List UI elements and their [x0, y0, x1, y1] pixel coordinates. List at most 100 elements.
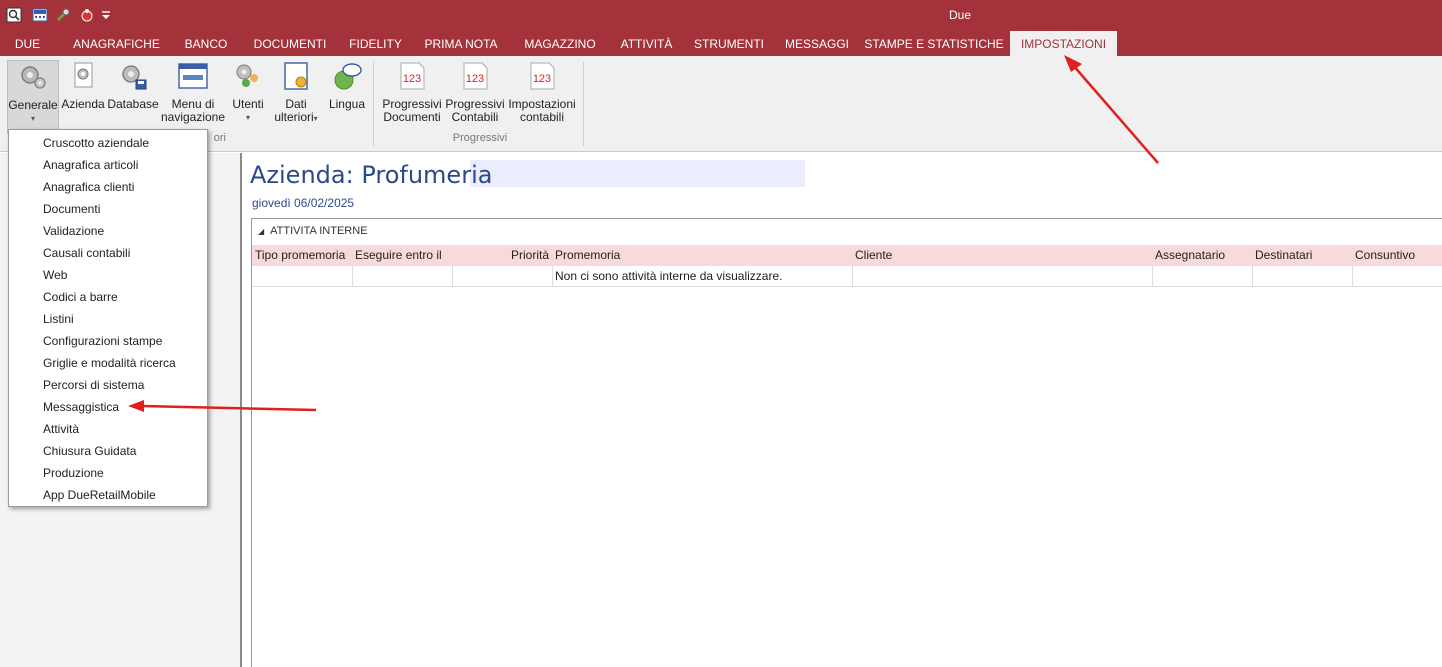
- menu-item-anagrafica-articoli[interactable]: Anagrafica articoli: [43, 154, 138, 176]
- menu-item-causali-contabili[interactable]: Causali contabili: [43, 242, 130, 264]
- chevron-down-icon: ▾: [245, 113, 250, 122]
- column-header-assegnatario[interactable]: Assegnatario: [1152, 245, 1252, 266]
- tab-anagrafiche[interactable]: ANAGRAFICHE: [65, 31, 168, 56]
- company-name-highlight: [470, 160, 805, 187]
- table-row[interactable]: Non ci sono attività interne da visualiz…: [252, 266, 1442, 287]
- tab-strumenti[interactable]: STRUMENTI: [688, 31, 770, 56]
- generale-label: Generale: [8, 98, 58, 112]
- tab-due[interactable]: DUE: [0, 31, 55, 56]
- cell-divider: [352, 266, 353, 286]
- tools-icon[interactable]: [55, 7, 71, 23]
- collapse-triangle-icon[interactable]: ◢: [258, 227, 264, 236]
- gears-icon: [21, 66, 46, 89]
- cell-divider: [1252, 266, 1253, 286]
- utenti-label: Utenti: [232, 97, 264, 111]
- generale-button[interactable]: Generale ▾: [7, 60, 59, 134]
- group-separator: [373, 62, 374, 146]
- column-header-destinatari[interactable]: Destinatari: [1252, 245, 1352, 266]
- column-header-cliente[interactable]: Cliente: [852, 245, 1152, 266]
- impostazioni-contabili-button[interactable]: 123 Impostazioni contabili: [506, 60, 578, 124]
- lingua-label: Lingua: [328, 97, 366, 111]
- database-settings-icon: [122, 65, 147, 90]
- svg-text:123: 123: [466, 73, 484, 85]
- navigation-window-icon: [178, 63, 208, 89]
- menu-item-anagrafica-clienti[interactable]: Anagrafica clienti: [43, 176, 134, 198]
- tab-messaggi[interactable]: MESSAGGI: [779, 31, 855, 56]
- menu-item-messaggistica[interactable]: Messaggistica: [43, 396, 119, 418]
- title-bar: Due: [0, 0, 1442, 31]
- tab-impostazioni[interactable]: IMPOSTAZIONI: [1010, 31, 1117, 56]
- progressivi-contabili-label-2: Contabili: [451, 110, 499, 124]
- main-content: Azienda: Profumeria giovedì 06/02/2025 ◢…: [244, 153, 1442, 667]
- progressivi-contabili-button[interactable]: 123 Progressivi Contabili: [444, 60, 506, 124]
- menu-item-griglie-ricerca[interactable]: Griglie e modalità ricerca: [43, 352, 176, 374]
- database-button[interactable]: Database: [107, 60, 159, 111]
- lingua-button[interactable]: Lingua: [326, 60, 368, 111]
- page-title: Azienda: Profumeria: [250, 161, 493, 189]
- menu-item-web[interactable]: Web: [43, 264, 67, 286]
- grid-group-label: ATTIVITA INTERNE: [270, 225, 368, 237]
- menu-item-configurazioni-stampe[interactable]: Configurazioni stampe: [43, 330, 162, 352]
- column-header-priorita[interactable]: Priorità: [452, 245, 552, 266]
- app-logo-icon[interactable]: [6, 7, 22, 23]
- calculator-icon[interactable]: [32, 7, 48, 23]
- progressivi-documenti-button[interactable]: 123 Progressivi Documenti: [380, 60, 444, 124]
- progressivi-documenti-label-2: Documenti: [383, 110, 441, 124]
- menu-item-validazione[interactable]: Validazione: [43, 220, 104, 242]
- svg-text:123: 123: [533, 73, 551, 85]
- tab-prima-nota[interactable]: PRIMA NOTA: [416, 31, 506, 56]
- ribbon-tab-bar: DUE ANAGRAFICHE BANCO DOCUMENTI FIDELITY…: [0, 31, 1442, 56]
- impostazioni-contabili-label-2: contabili: [519, 110, 565, 124]
- tab-attivita[interactable]: ATTIVITÀ: [614, 31, 679, 56]
- empty-grid-message: Non ci sono attività interne da visualiz…: [555, 269, 783, 283]
- tab-documenti[interactable]: DOCUMENTI: [245, 31, 335, 56]
- azienda-label: Azienda: [61, 97, 105, 111]
- menu-navigazione-label-2: navigazione: [160, 110, 226, 124]
- internal-activities-grid: ◢ ATTIVITA INTERNE Tipo promemoria Esegui…: [251, 218, 1442, 667]
- menu-item-attivita[interactable]: Attività: [43, 418, 79, 440]
- menu-navigazione-button[interactable]: Menu di navigazione: [160, 60, 226, 124]
- column-header-tipo-promemoria[interactable]: Tipo promemoria: [252, 245, 352, 266]
- svg-text:123: 123: [403, 73, 421, 85]
- menu-item-cruscotto-aziendale[interactable]: Cruscotto aziendale: [43, 132, 149, 154]
- generale-dropdown-menu: Cruscotto aziendale Anagrafica articoli …: [8, 129, 208, 507]
- company-settings-icon: [74, 62, 93, 88]
- column-header-promemoria[interactable]: Promemoria: [552, 245, 852, 266]
- cell-divider: [1352, 266, 1353, 286]
- azienda-button[interactable]: Azienda: [61, 60, 105, 111]
- numbering-accounting-icon: 123: [463, 62, 488, 90]
- menu-item-app-dueretailmobile[interactable]: App DueRetailMobile: [43, 484, 156, 506]
- menu-item-listini[interactable]: Listini: [43, 308, 74, 330]
- tab-stampe-e-statistiche[interactable]: STAMPE E STATISTICHE: [864, 31, 1004, 56]
- group-separator: [583, 62, 584, 146]
- cell-divider: [852, 266, 853, 286]
- ribbon-panel: Generale ▾ Azienda Database Menu di navi…: [0, 56, 1442, 152]
- numbering-document-icon: 123: [400, 62, 425, 90]
- menu-item-chiusura-guidata[interactable]: Chiusura Guidata: [43, 440, 136, 462]
- menu-item-documenti[interactable]: Documenti: [43, 198, 100, 220]
- quick-access-dropdown-icon[interactable]: [98, 7, 114, 23]
- data-sheet-icon: [284, 62, 308, 90]
- tab-banco[interactable]: BANCO: [176, 31, 236, 56]
- group-label-progressivi: Progressivi: [452, 132, 508, 144]
- chevron-down-icon: ▾: [30, 114, 35, 123]
- tab-magazzino[interactable]: MAGAZZINO: [515, 31, 605, 56]
- users-icon: [236, 64, 258, 87]
- menu-item-percorsi-di-sistema[interactable]: Percorsi di sistema: [43, 374, 144, 396]
- cell-divider: [1152, 266, 1153, 286]
- grid-group-header[interactable]: ◢ ATTIVITA INTERNE: [252, 225, 368, 245]
- accounting-settings-icon: 123: [530, 62, 555, 90]
- cell-divider: [452, 266, 453, 286]
- menu-item-codici-a-barre[interactable]: Codici a barre: [43, 286, 118, 308]
- menu-item-produzione[interactable]: Produzione: [43, 462, 104, 484]
- tab-fidelity[interactable]: FIDELITY: [343, 31, 408, 56]
- dati-ulteriori-button[interactable]: Dati ulteriori▾: [270, 60, 322, 125]
- language-icon: [334, 63, 362, 90]
- bug-icon[interactable]: [79, 7, 95, 23]
- database-label: Database: [107, 97, 159, 111]
- window-title: Due: [948, 8, 971, 22]
- dati-ulteriori-label-2: ulteriori▾: [274, 110, 318, 124]
- utenti-button[interactable]: Utenti ▾: [228, 60, 268, 124]
- column-header-consuntivo[interactable]: Consuntivo: [1352, 245, 1442, 266]
- column-header-eseguire-entro[interactable]: Eseguire entro il: [352, 245, 452, 266]
